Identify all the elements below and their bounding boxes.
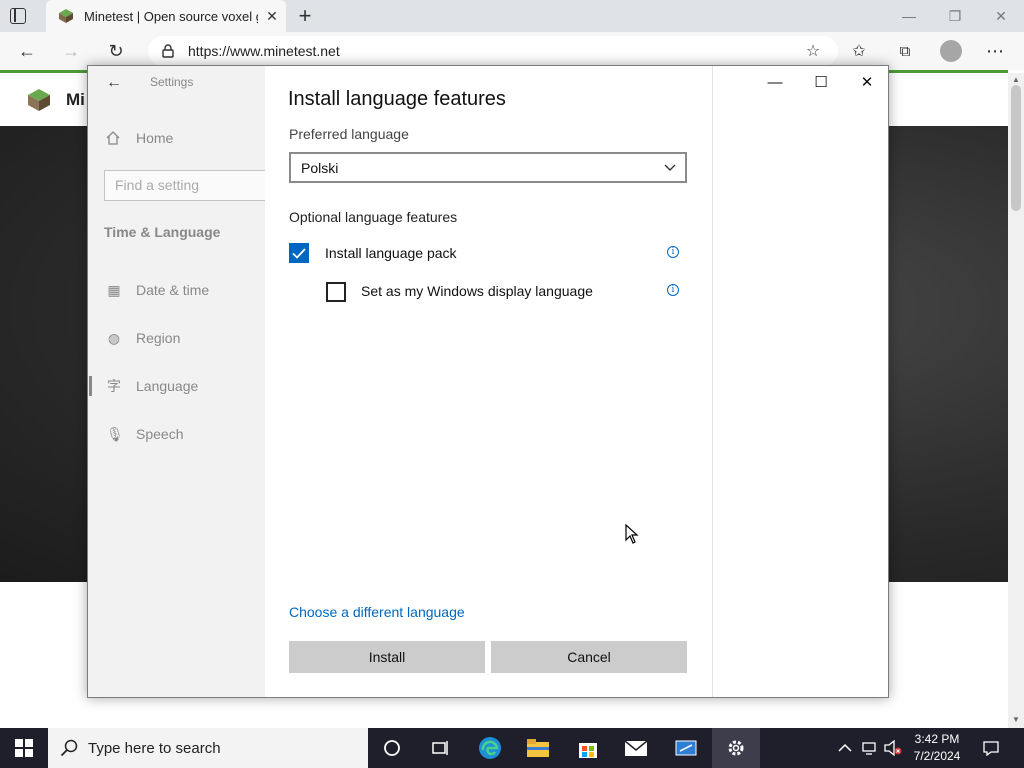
- home-label: Home: [136, 130, 174, 146]
- tab-title: Minetest | Open source voxel ga: [84, 8, 258, 24]
- cancel-button[interactable]: Cancel: [491, 641, 687, 673]
- network-icon[interactable]: [862, 728, 878, 768]
- scrollbar-thumb[interactable]: [1011, 85, 1021, 211]
- install-language-pack-label[interactable]: Install language pack: [325, 245, 457, 261]
- more-menu-icon[interactable]: ⋯: [982, 38, 1008, 64]
- windows-logo-icon: [15, 739, 33, 757]
- remote-desktop-icon[interactable]: [662, 728, 710, 768]
- sidebar-item-label: Region: [136, 330, 181, 346]
- scroll-up-icon[interactable]: ▲: [1012, 75, 1020, 84]
- globe-icon: ◍: [107, 329, 121, 346]
- install-language-pack-checkbox[interactable]: [289, 243, 309, 263]
- settings-search-input[interactable]: Find a setting: [104, 170, 265, 201]
- browser-restore-button[interactable]: ❐: [932, 0, 978, 32]
- search-icon: [60, 739, 78, 757]
- lock-icon: [162, 44, 174, 58]
- home-icon: [106, 131, 120, 145]
- back-arrow-icon[interactable]: ←: [14, 38, 40, 64]
- info-icon[interactable]: i: [667, 246, 679, 258]
- scroll-down-icon[interactable]: ▼: [1012, 715, 1020, 724]
- optional-features-label: Optional language features: [289, 209, 458, 225]
- settings-app-title: Settings: [150, 75, 194, 89]
- sidebar-item-language[interactable]: 字 Language: [88, 371, 265, 401]
- clock-date: 7/2/2024: [913, 749, 961, 763]
- settings-back-icon[interactable]: ←: [106, 74, 122, 92]
- sidebar-item-region[interactable]: ◍ Region: [88, 323, 265, 353]
- windows-taskbar: Type here to search 3:42 PM 7/2/2024: [0, 728, 1024, 768]
- sidebar-item-label: Speech: [136, 426, 184, 442]
- dialog-title: Install language features: [288, 88, 506, 110]
- microsoft-store-icon[interactable]: [564, 728, 612, 768]
- install-button[interactable]: Install: [289, 641, 485, 673]
- cortana-icon[interactable]: [368, 728, 416, 768]
- microphone-icon: 🎙: [106, 425, 124, 442]
- refresh-icon[interactable]: ↻: [103, 38, 129, 64]
- taskbar-clock[interactable]: 3:42 PM 7/2/2024: [906, 731, 968, 765]
- clock-time: 3:42 PM: [914, 732, 960, 746]
- address-bar[interactable]: https://www.minetest.net: [148, 36, 838, 66]
- sidebar-item-label: Language: [136, 378, 199, 394]
- forward-arrow-icon[interactable]: →: [58, 38, 84, 64]
- notifications-icon[interactable]: [982, 728, 1000, 768]
- profile-avatar[interactable]: [940, 40, 962, 62]
- display-language-checkbox[interactable]: [326, 282, 346, 302]
- browser-close-button[interactable]: ✕: [978, 0, 1024, 32]
- browser-tab[interactable]: Minetest | Open source voxel ga ✕: [46, 0, 286, 32]
- sidebar-item-label: Date & time: [136, 282, 210, 298]
- collections-icon[interactable]: ⧉: [892, 38, 918, 64]
- settings-section-title: Time & Language: [104, 224, 221, 240]
- checkmark-icon: [292, 247, 306, 259]
- browser-minimize-button[interactable]: —: [886, 0, 932, 32]
- page-scrollbar[interactable]: ▲ ▼: [1008, 73, 1024, 728]
- url-text: https://www.minetest.net: [188, 43, 340, 59]
- add-favorite-icon[interactable]: ☆: [800, 38, 826, 64]
- website-title[interactable]: Mi: [66, 90, 85, 110]
- sidebar-item-speech[interactable]: 🎙 Speech: [88, 419, 265, 449]
- display-language-label[interactable]: Set as my Windows display language: [361, 283, 593, 299]
- calendar-clock-icon: ▦: [107, 281, 121, 298]
- settings-sidebar: ← Settings Home Find a setting Time & La…: [88, 66, 265, 697]
- settings-home-link[interactable]: Home: [106, 130, 173, 146]
- settings-minimize-button[interactable]: —: [763, 74, 787, 91]
- browser-tab-bar: Minetest | Open source voxel ga ✕ + — ❐ …: [0, 0, 1024, 32]
- edge-browser-icon[interactable]: [466, 728, 514, 768]
- preferred-language-label: Preferred language: [289, 126, 409, 142]
- settings-gear-icon[interactable]: [712, 728, 760, 768]
- choose-different-language-link[interactable]: Choose a different language: [289, 604, 465, 620]
- tab-close-icon[interactable]: ✕: [258, 8, 286, 25]
- mouse-pointer-icon: [625, 524, 639, 544]
- volume-muted-icon[interactable]: [884, 728, 902, 768]
- preferred-language-value: Polski: [301, 159, 339, 176]
- task-view-icon[interactable]: [416, 728, 464, 768]
- new-tab-button[interactable]: +: [294, 3, 316, 29]
- minetest-favicon-icon: [59, 9, 73, 23]
- file-explorer-icon[interactable]: [514, 728, 562, 768]
- settings-maximize-button[interactable]: ☐: [809, 74, 833, 91]
- tab-actions-icon[interactable]: [10, 8, 26, 24]
- start-button[interactable]: [0, 728, 48, 768]
- minetest-logo-icon[interactable]: [26, 87, 52, 113]
- taskbar-search-placeholder: Type here to search: [88, 739, 221, 757]
- settings-close-button[interactable]: ✕: [855, 74, 879, 91]
- info-icon[interactable]: i: [667, 284, 679, 296]
- language-icon: 字: [107, 378, 121, 394]
- settings-window: ← Settings Home Find a setting Time & La…: [87, 65, 889, 698]
- sidebar-item-date-time[interactable]: ▦ Date & time: [88, 275, 265, 305]
- tray-overflow-icon[interactable]: [838, 728, 852, 768]
- mail-icon[interactable]: [612, 728, 660, 768]
- install-language-dialog: Install language features Preferred lang…: [265, 66, 712, 697]
- settings-right-pane: — ☐ ✕: [712, 66, 888, 697]
- taskbar-search-box[interactable]: Type here to search: [48, 728, 368, 768]
- favorites-icon[interactable]: ✩: [846, 38, 872, 64]
- chevron-down-icon: [655, 161, 685, 175]
- preferred-language-dropdown[interactable]: Polski: [289, 152, 687, 183]
